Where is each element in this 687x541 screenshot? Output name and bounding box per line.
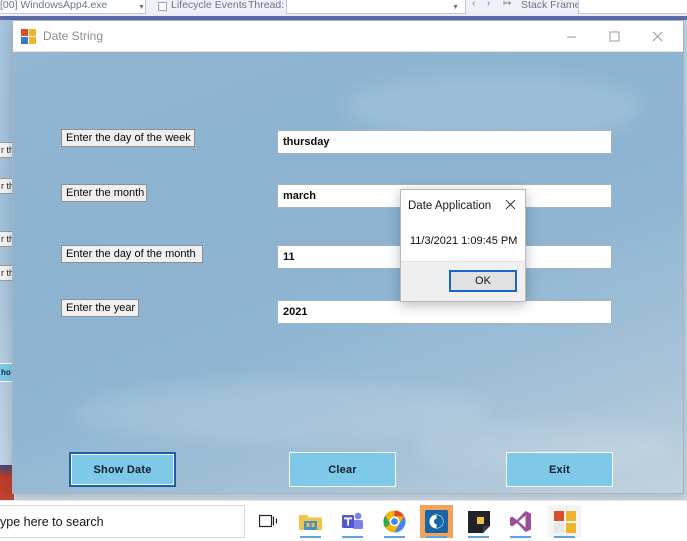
minimize-button[interactable] (549, 21, 593, 51)
process-combo-caret-icon[interactable]: ▼ (138, 4, 145, 11)
taskbar-running-underline (300, 536, 321, 538)
stack-frame-label: Stack Frame: (521, 0, 584, 11)
taskbar-running-underline (510, 536, 531, 538)
lifecycle-events-label: Lifecycle Events (171, 0, 247, 11)
windows-forms-app-icon (21, 29, 36, 44)
window-title: Date String (43, 29, 104, 43)
messagebox-title: Date Application (408, 200, 492, 212)
step-back-icon[interactable]: ‹ (472, 0, 475, 9)
microsoft-teams-icon[interactable] (336, 505, 369, 538)
input-year[interactable]: 2021 (277, 300, 612, 324)
label-year: Enter the year (61, 299, 139, 317)
stack-frame-combo[interactable] (578, 0, 687, 14)
taskbar-running-underline (554, 536, 575, 538)
stack-frame-glyph-icon[interactable]: ↦ (503, 0, 511, 9)
taskbar-running-underline (384, 536, 405, 538)
exit-button[interactable]: Exit (506, 452, 613, 487)
clear-button[interactable]: Clear (289, 452, 396, 487)
label-day-of-week: Enter the day of the week (61, 129, 195, 147)
visual-studio-debug-toolbar: [00] WindowsApp4.exe ▼ Lifecycle Events … (0, 0, 687, 17)
step-forward-icon[interactable]: › (487, 0, 490, 9)
date-string-window: Date String Enter the day of the week En… (12, 20, 684, 494)
window-titlebar[interactable]: Date String (13, 21, 683, 52)
google-chrome-icon[interactable] (378, 505, 411, 538)
form-client-area: Enter the day of the week Enter the mont… (13, 52, 683, 493)
thread-label: Thread: (248, 0, 285, 11)
sticky-notes-icon[interactable] (462, 505, 495, 538)
taskbar-running-underline (342, 536, 363, 538)
blue-app-icon[interactable] (420, 505, 453, 538)
close-button[interactable] (635, 21, 679, 51)
visual-studio-icon[interactable] (504, 505, 537, 538)
label-day-of-month: Enter the day of the month (61, 245, 203, 263)
messagebox-message: 11/3/2021 1:09:45 PM (410, 235, 518, 247)
windows-forms-app-icon[interactable] (548, 505, 581, 538)
windows-taskbar: ype here to search (0, 500, 687, 541)
input-day-of-week[interactable]: thursday (277, 130, 612, 154)
messagebox-footer: OK (401, 261, 525, 301)
file-explorer-icon[interactable] (294, 505, 327, 538)
show-date-button[interactable]: Show Date (69, 452, 176, 487)
process-label: [00] WindowsApp4.exe (0, 0, 108, 11)
search-placeholder: ype here to search (0, 515, 104, 529)
background-cloud (73, 382, 493, 442)
thread-combo-caret-icon[interactable]: ▼ (452, 4, 459, 11)
task-view-icon[interactable] (252, 505, 285, 538)
maximize-button[interactable] (592, 21, 636, 51)
screen: [00] WindowsApp4.exe ▼ Lifecycle Events … (0, 0, 687, 541)
taskbar-running-underline (468, 536, 489, 538)
date-application-messagebox: Date Application 11/3/2021 1:09:45 PM OK (400, 189, 526, 302)
lifecycle-events-checkbox[interactable] (158, 2, 167, 11)
thread-combo[interactable] (286, 0, 466, 14)
taskbar-running-underline (426, 536, 447, 538)
messagebox-close-button[interactable] (499, 194, 521, 214)
label-month: Enter the month (61, 184, 147, 202)
messagebox-ok-button[interactable]: OK (449, 270, 517, 292)
